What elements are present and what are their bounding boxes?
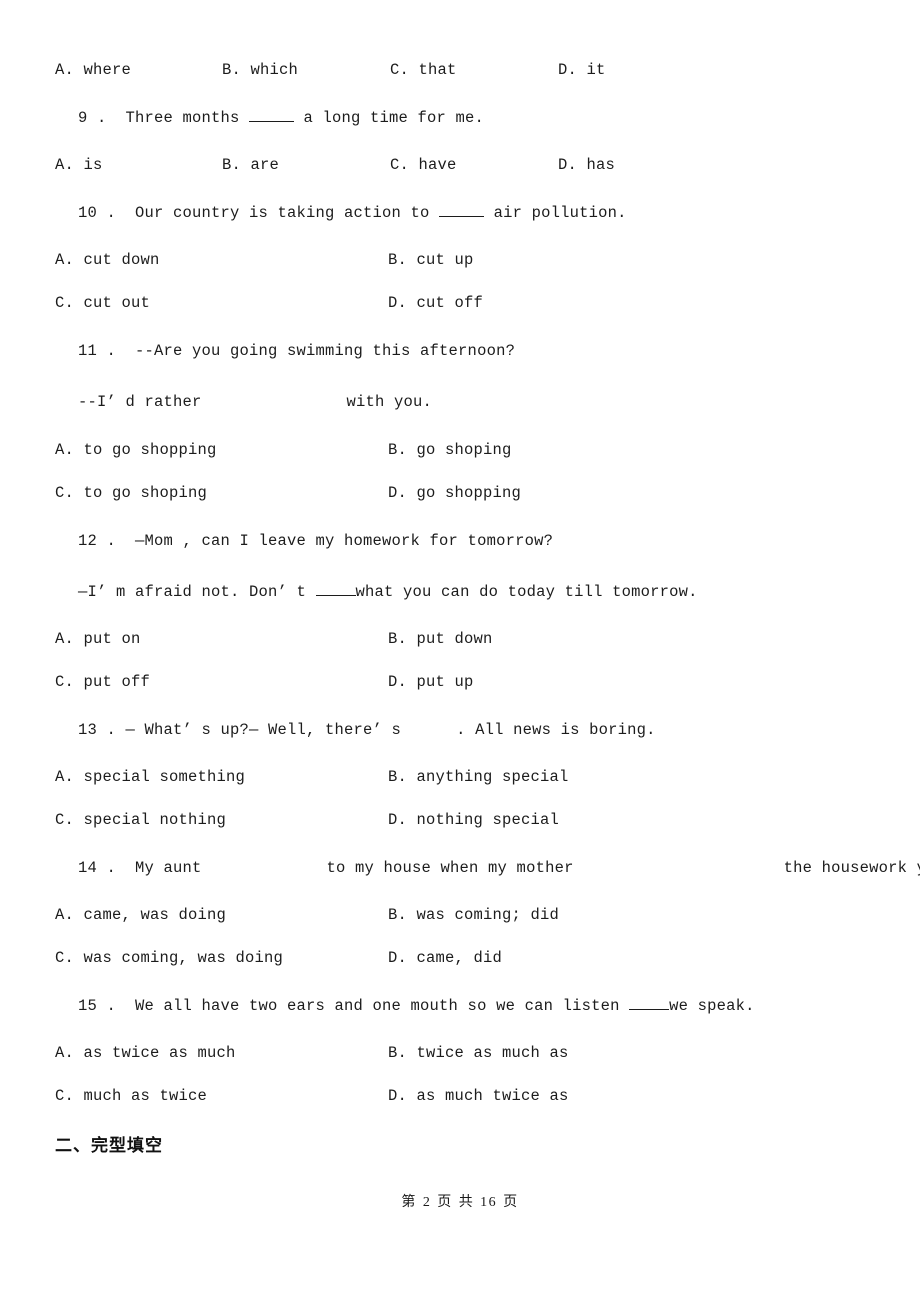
question-stem-11-line2: --I’ d rather with you. <box>78 392 432 412</box>
answer-blank-15 <box>629 996 670 1010</box>
option-b-q9: B. are <box>222 156 280 174</box>
option-d-q9: D. has <box>558 156 616 174</box>
question-stem-13: 13 . — What’ s up?— Well, there’ s . All … <box>78 720 656 740</box>
footer-total-pages: 16 <box>480 1195 498 1210</box>
option-d-q11: D. go shopping <box>388 484 522 502</box>
question-stem-10: 10 . Our country is taking action to air… <box>78 203 627 223</box>
question-stem-11-before: --I’ d rather <box>78 393 202 411</box>
answer-blank-12 <box>315 582 356 596</box>
option-d-q15: D. as much twice as <box>388 1087 569 1105</box>
question-stem-12-line2: —I’ m afraid not. Don’ t what you can do… <box>78 582 698 602</box>
option-a-q8: A. where <box>55 61 132 79</box>
answer-blank-10 <box>439 203 485 217</box>
question-stem-9-after: a long time for me. <box>294 109 485 127</box>
option-d-q12: D. put up <box>388 673 474 691</box>
footer-page-number: 2 <box>422 1195 432 1210</box>
question-stem-9: 9 . Three months a long time for me. <box>78 108 484 128</box>
question-stem-14: 14 . My aunt to my house when my mother th… <box>78 858 920 878</box>
option-a-q13: A. special something <box>55 768 246 786</box>
option-a-q10: A. cut down <box>55 251 160 269</box>
option-c-q9: C. have <box>390 156 457 174</box>
question-stem-14-part1: 14 . My aunt <box>78 859 202 877</box>
option-b-q10: B. cut up <box>388 251 474 269</box>
question-stem-10-after: air pollution. <box>484 204 627 222</box>
option-a-q12: A. put on <box>55 630 141 648</box>
question-stem-15-before: 15 . We all have two ears and one mouth … <box>78 997 630 1015</box>
option-d-q8: D. it <box>558 61 606 79</box>
question-stem-14-part2: to my house when my mother <box>326 859 574 877</box>
question-stem-9-before: 9 . Three months <box>78 109 250 127</box>
exam-page: A. where B. which C. that D. it 9 . Thre… <box>0 0 920 1302</box>
question-stem-10-before: 10 . Our country is taking action to <box>78 204 440 222</box>
question-stem-15-after: we speak. <box>669 997 755 1015</box>
question-stem-12-after: what you can do today till tomorrow. <box>355 583 698 601</box>
option-c-q15: C. much as twice <box>55 1087 208 1105</box>
option-c-q14: C. was coming, was doing <box>55 949 284 967</box>
question-stem-14-part3: the housework yesterday. <box>783 859 920 877</box>
footer-middle: 页 共 <box>437 1194 475 1210</box>
page-footer: 第 2 页 共 16 页 <box>0 1191 920 1211</box>
question-stem-13-before: 13 . — What’ s up?— Well, there’ s <box>78 721 402 739</box>
option-c-q11: C. to go shoping <box>55 484 208 502</box>
question-stem-12-before: —I’ m afraid not. Don’ t <box>78 583 316 601</box>
question-stem-11-after: with you. <box>346 393 433 411</box>
option-d-q14: D. came, did <box>388 949 503 967</box>
option-c-q10: C. cut out <box>55 294 151 312</box>
option-a-q9: A. is <box>55 156 103 174</box>
answer-blank-9 <box>249 108 295 122</box>
option-c-q8: C. that <box>390 61 457 79</box>
option-b-q13: B. anything special <box>388 768 569 786</box>
option-d-q13: D. nothing special <box>388 811 560 829</box>
option-b-q11: B. go shoping <box>388 441 512 459</box>
option-b-q14: B. was coming; did <box>388 906 560 924</box>
option-a-q11: A. to go shopping <box>55 441 217 459</box>
question-stem-15: 15 . We all have two ears and one mouth … <box>78 996 755 1016</box>
option-b-q15: B. twice as much as <box>388 1044 569 1062</box>
option-c-q13: C. special nothing <box>55 811 227 829</box>
option-a-q14: A. came, was doing <box>55 906 227 924</box>
question-stem-11-line1: 11 . --Are you going swimming this after… <box>78 342 516 360</box>
footer-prefix: 第 <box>401 1194 417 1210</box>
section-heading-cloze: 二、完型填空 <box>55 1136 163 1156</box>
option-c-q12: C. put off <box>55 673 151 691</box>
footer-suffix: 页 <box>503 1194 519 1210</box>
question-stem-13-after: . All news is boring. <box>456 721 656 739</box>
option-b-q8: B. which <box>222 61 299 79</box>
option-d-q10: D. cut off <box>388 294 484 312</box>
option-a-q15: A. as twice as much <box>55 1044 236 1062</box>
question-stem-12-line1: 12 . —Mom , can I leave my homework for … <box>78 532 554 550</box>
option-b-q12: B. put down <box>388 630 493 648</box>
